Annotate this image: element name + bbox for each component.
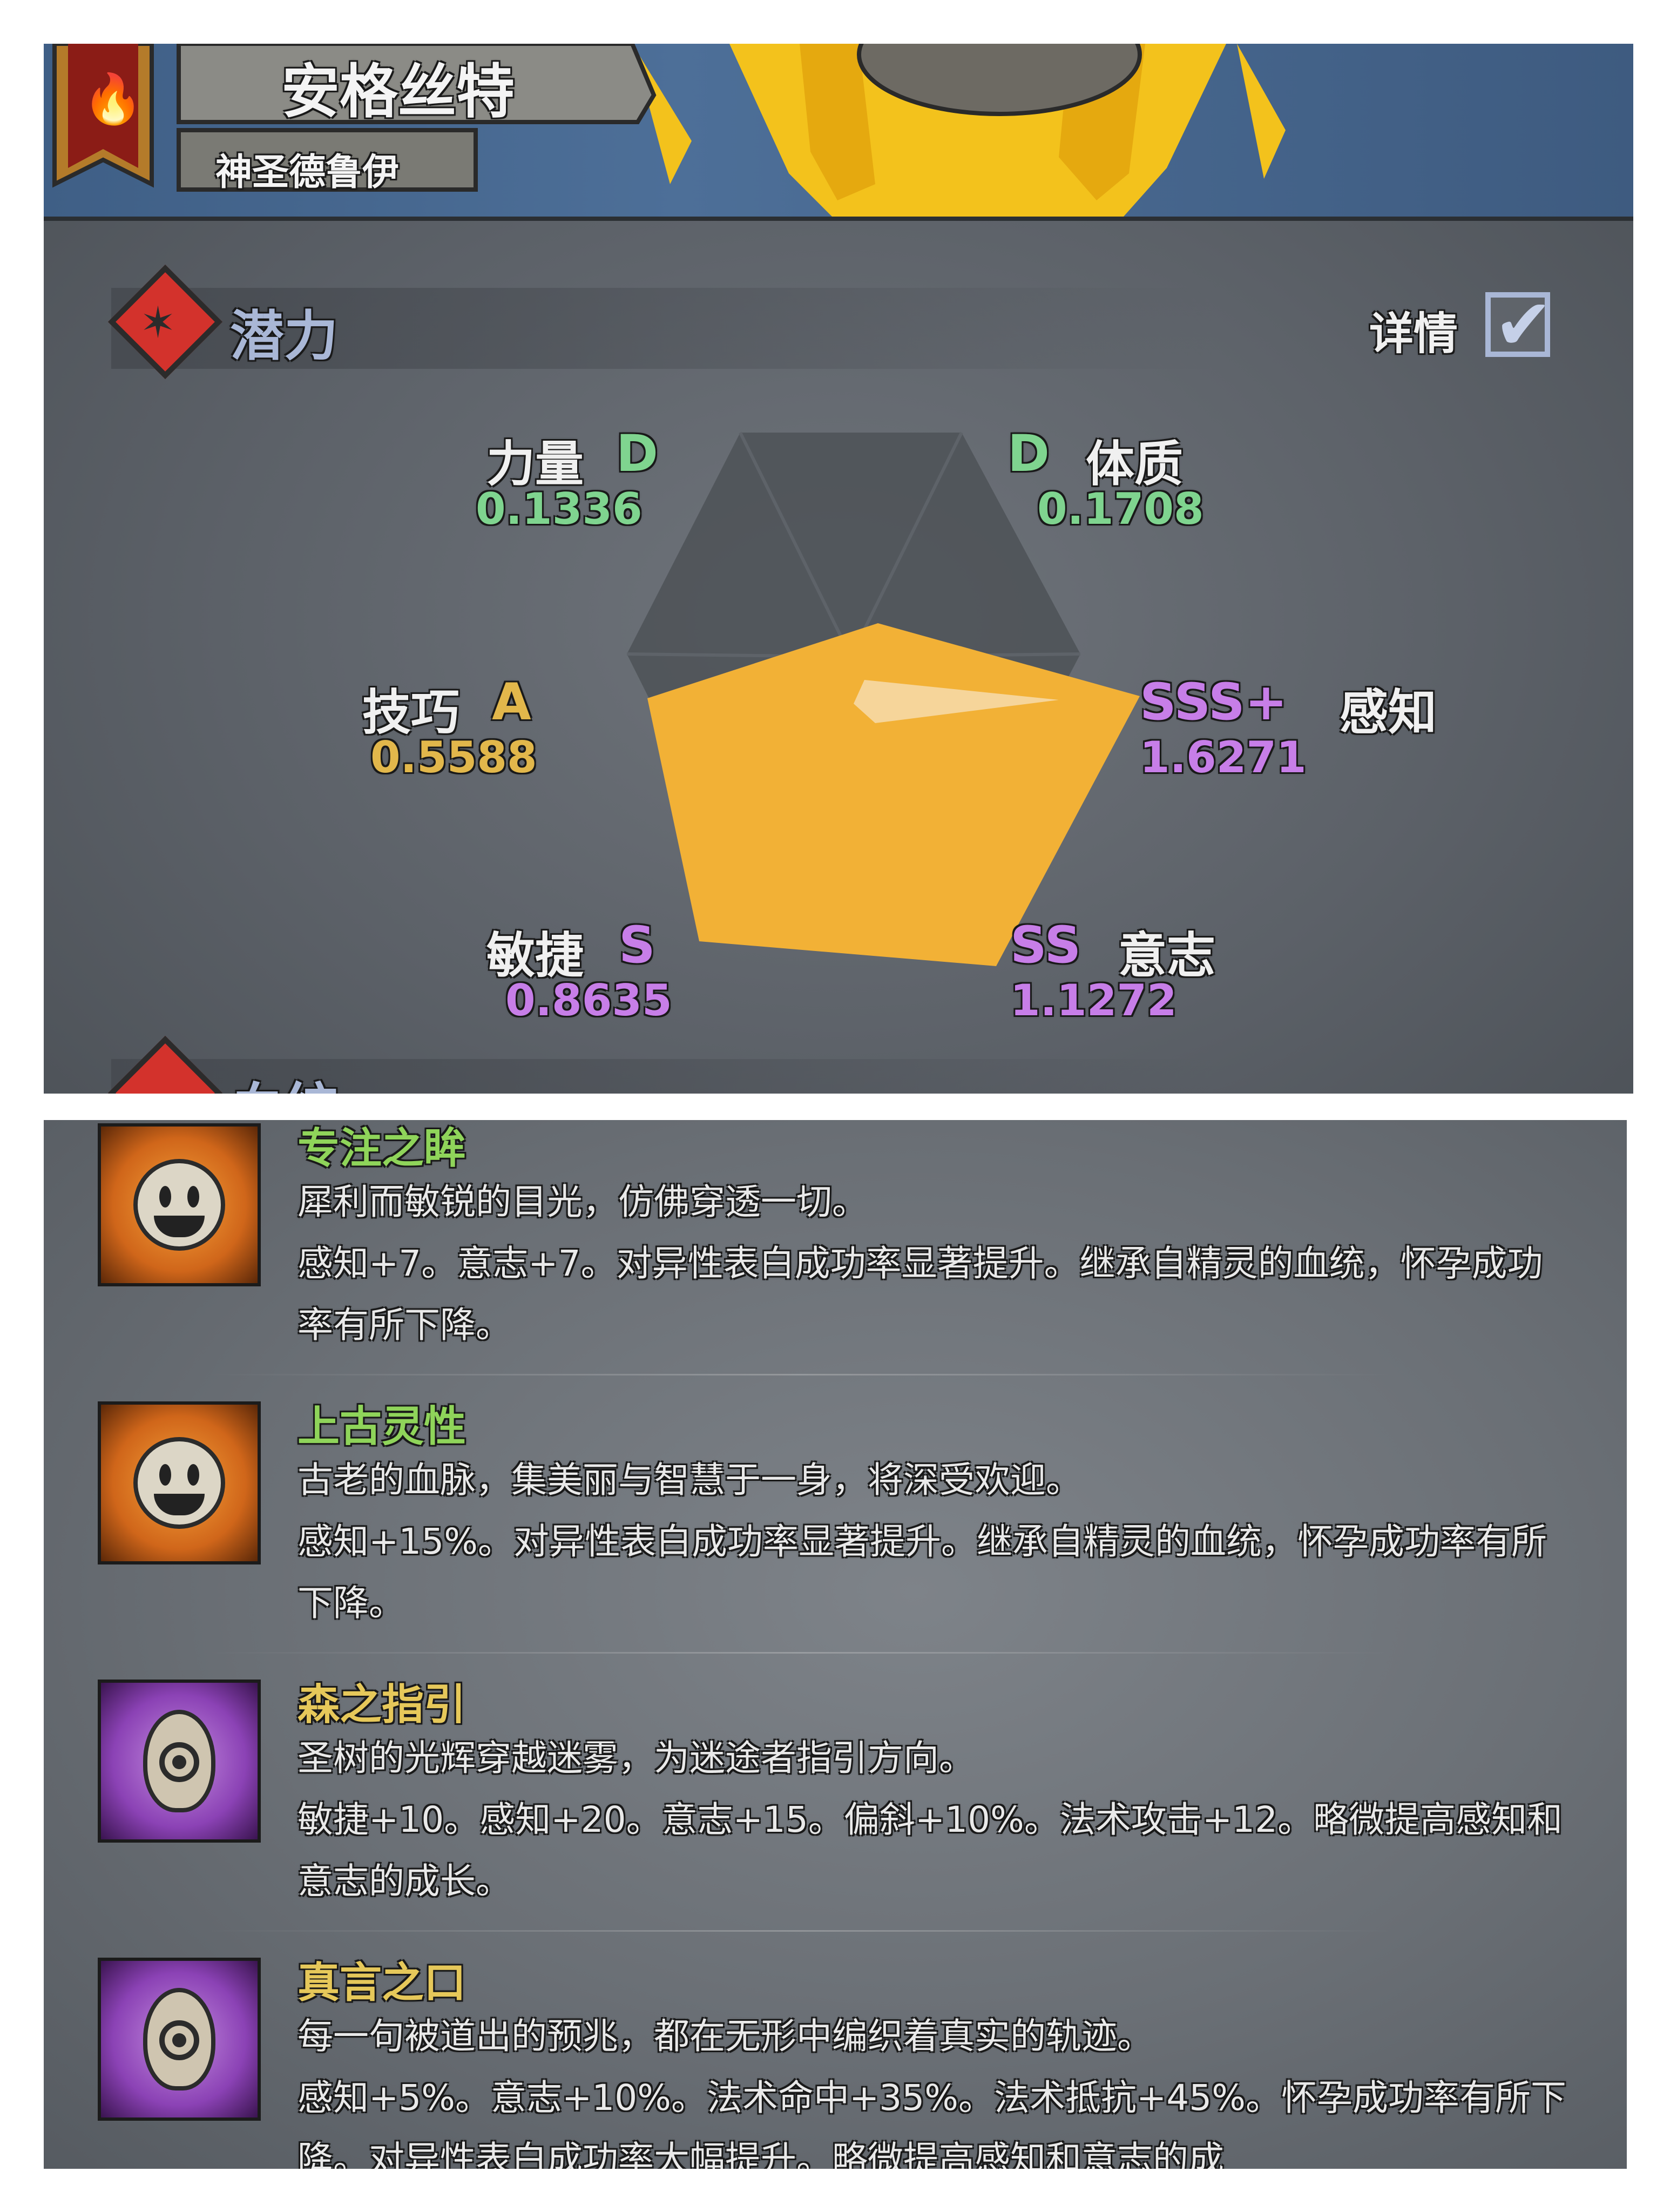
spiral-emblem-icon: [98, 1680, 261, 1843]
skill-name: 森之指引: [297, 1681, 466, 1729]
skill-effect-text: 感知+5%。意志+10%。法术命中+35%。法术抵抗+45%。怀孕成功率有所下降…: [297, 2077, 1566, 2169]
stat-constitution-value: 0.1708: [1037, 484, 1204, 534]
skill-flavor-text: 古老的血脉，集美丽与智慧于一身，将深受欢迎。: [297, 1459, 1081, 1501]
skill-effect-text: 感知+7。意志+7。对异性表白成功率显著提升。继承自精灵的血统，怀孕成功率有所下…: [297, 1243, 1543, 1346]
smiley-face-icon: [98, 1401, 261, 1564]
skill-effect-text: 敏捷+10。感知+20。意志+15。偏斜+10%。法术攻击+12。略微提高感知和…: [297, 1799, 1563, 1902]
skill-item[interactable]: 森之指引 圣树的光辉穿越迷雾，为迷途者指引方向。 敏捷+10。感知+20。意志+…: [44, 1676, 1627, 1946]
stat-strength-grade: D: [616, 424, 659, 483]
potential-radar-chart: [626, 431, 1140, 966]
skill-name: 真言之口: [297, 1959, 466, 2007]
skill-effect-text: 感知+15%。对异性表白成功率显著提升。继承自精灵的血统，怀孕成功率有所下降。: [297, 1521, 1547, 1624]
stat-skill-value: 0.5588: [370, 732, 537, 783]
skill-divider: [206, 1652, 1394, 1654]
skill-item[interactable]: 上古灵性 古老的血脉，集美丽与智慧于一身，将深受欢迎。 感知+15%。对异性表白…: [44, 1398, 1627, 1668]
skill-divider: [206, 1930, 1394, 1932]
potential-panel: 🔥 安格丝特 神圣德鲁伊 ✶ 潜力 详情 ✔ 力量 D 0.1336 D 体质 …: [44, 44, 1633, 1094]
stat-perception-value: 1.6271: [1140, 732, 1307, 783]
skill-flavor-text: 圣树的光辉穿越迷雾，为迷途者指引方向。: [297, 1737, 975, 1779]
stat-constitution-grade: D: [1007, 424, 1050, 483]
bloodline-title: 血统: [230, 1064, 338, 1094]
skill-name: 上古灵性: [297, 1402, 466, 1451]
stat-perception-grade: SSS+: [1140, 673, 1288, 732]
stat-perception-name: 感知: [1340, 684, 1437, 741]
skill-divider: [206, 1374, 1394, 1375]
skill-item[interactable]: 专注之眸 犀利而敏锐的目光，仿佛穿透一切。 感知+7。意志+7。对异性表白成功率…: [44, 1120, 1627, 1390]
skill-flavor-text: 犀利而敏锐的目光，仿佛穿透一切。: [297, 1181, 868, 1223]
smiley-face-icon: [98, 1123, 261, 1286]
stat-agility-value: 0.8635: [505, 975, 672, 1026]
stat-will-value: 1.1272: [1010, 975, 1177, 1026]
skill-item[interactable]: 真言之口 每一句被道出的预兆，都在无形中编织着真实的轨迹。 感知+5%。意志+1…: [44, 1954, 1627, 2169]
stat-will-grade: SS: [1010, 916, 1081, 975]
stat-agility-grade: S: [619, 916, 655, 975]
spiral-emblem-icon: [98, 1958, 261, 2121]
bloodline-skills-panel: 专注之眸 犀利而敏锐的目光，仿佛穿透一切。 感知+7。意志+7。对异性表白成功率…: [44, 1120, 1627, 2169]
skill-flavor-text: 每一句被道出的预兆，都在无形中编织着真实的轨迹。: [297, 2015, 1153, 2057]
stat-strength-value: 0.1336: [476, 484, 643, 534]
skill-name: 专注之眸: [297, 1124, 466, 1173]
stat-skill-grade: A: [492, 673, 531, 732]
